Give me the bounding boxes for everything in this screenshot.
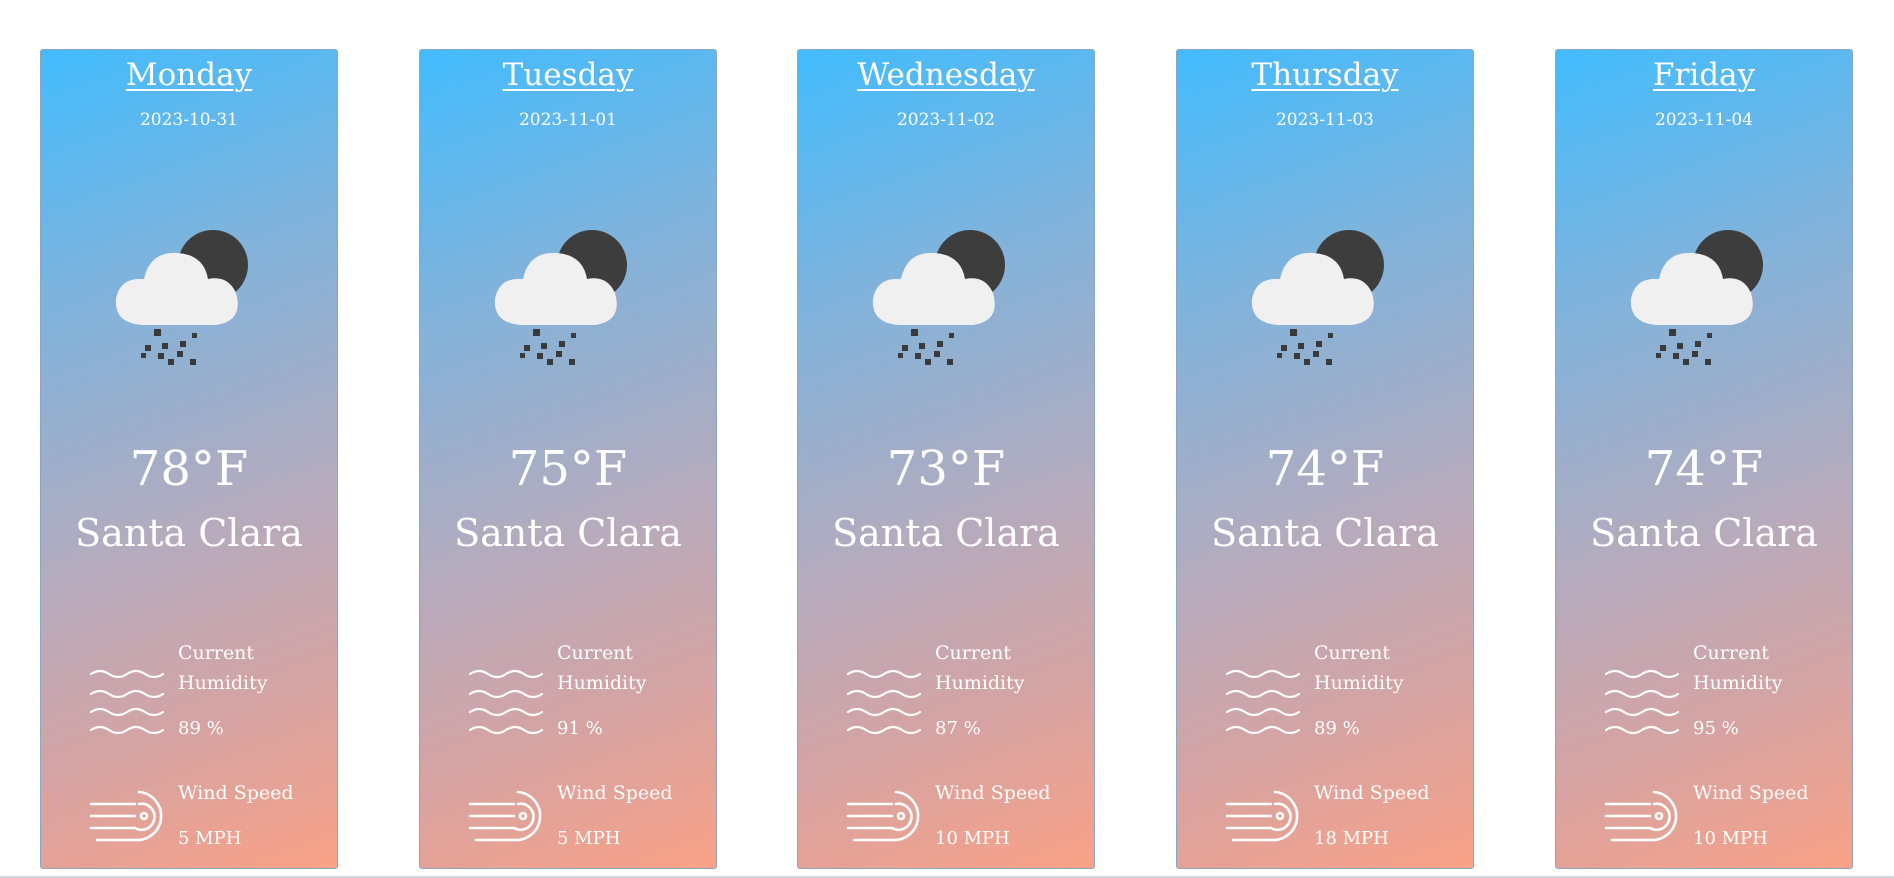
humidity-value: 87 % [935, 718, 981, 739]
temperature: 78°F [129, 441, 249, 497]
cloud-night-rain-icon [872, 230, 1005, 365]
city-name: Santa Clara [1590, 511, 1818, 555]
humidity-label: Current Humidity [1693, 642, 1783, 694]
wind-icon [1604, 790, 1678, 842]
day-date: 2023-10-31 [139, 110, 238, 130]
day-date: 2023-11-04 [1654, 110, 1753, 130]
day-card-tuesday: Tuesday 2023-11-01 75°F Santa Clara Curr… [419, 49, 717, 869]
wind-label: Wind Speed [1693, 782, 1809, 804]
day-name-link[interactable]: Wednesday [798, 60, 1094, 91]
wind-icon [1225, 790, 1299, 842]
cloud-night-rain-icon [494, 230, 627, 365]
humidity-waves-icon [846, 669, 922, 734]
day-date: 2023-11-03 [1275, 110, 1374, 130]
day-name-link[interactable]: Thursday [1177, 60, 1473, 91]
wind-label: Wind Speed [1314, 782, 1430, 804]
day-card-thursday: Thursday 2023-11-03 74°F Santa Clara Cur… [1176, 49, 1474, 869]
humidity-value: 89 % [1314, 718, 1360, 739]
temperature: 75°F [508, 441, 628, 497]
day-name-link[interactable]: Friday [1556, 60, 1852, 91]
day-date: 2023-11-02 [896, 110, 995, 130]
humidity-label: Current Humidity [1314, 642, 1404, 694]
humidity-label: Current Humidity [557, 642, 647, 694]
cloud-night-rain-icon [1630, 230, 1763, 365]
day-name-link[interactable]: Tuesday [420, 60, 716, 91]
humidity-waves-icon [1225, 669, 1301, 734]
humidity-waves-icon [89, 669, 165, 734]
humidity-label: Current Humidity [935, 642, 1025, 694]
wind-label: Wind Speed [178, 782, 294, 804]
wind-label: Wind Speed [557, 782, 673, 804]
wind-value: 10 MPH [935, 828, 1010, 849]
day-name-link[interactable]: Monday [41, 60, 337, 91]
humidity-waves-icon [1604, 669, 1680, 734]
humidity-value: 89 % [178, 718, 224, 739]
day-card-wednesday: Wednesday 2023-11-02 73°F Santa Clara Cu… [797, 49, 1095, 869]
city-name: Santa Clara [1211, 511, 1439, 555]
wind-value: 5 MPH [557, 828, 621, 849]
humidity-waves-icon [468, 669, 544, 734]
temperature: 74°F [1644, 441, 1764, 497]
humidity-label: Current Humidity [178, 642, 268, 694]
wind-label: Wind Speed [935, 782, 1051, 804]
wind-icon [846, 790, 920, 842]
wind-value: 18 MPH [1314, 828, 1389, 849]
wind-value: 5 MPH [178, 828, 242, 849]
forecast-row: Monday 2023-10-31 78°F Santa Clara Curre… [0, 0, 1894, 878]
wind-icon [468, 790, 542, 842]
humidity-value: 95 % [1693, 718, 1739, 739]
temperature: 74°F [1265, 441, 1385, 497]
city-name: Santa Clara [75, 511, 303, 555]
wind-value: 10 MPH [1693, 828, 1768, 849]
city-name: Santa Clara [454, 511, 682, 555]
cloud-night-rain-icon [1251, 230, 1384, 365]
city-name: Santa Clara [832, 511, 1060, 555]
day-card-friday: Friday 2023-11-04 74°F Santa Clara Curre… [1555, 49, 1853, 869]
day-card-monday: Monday 2023-10-31 78°F Santa Clara Curre… [40, 49, 338, 869]
humidity-value: 91 % [557, 718, 603, 739]
cloud-night-rain-icon [115, 230, 248, 365]
day-date: 2023-11-01 [518, 110, 617, 130]
wind-icon [89, 790, 163, 842]
temperature: 73°F [886, 441, 1006, 497]
